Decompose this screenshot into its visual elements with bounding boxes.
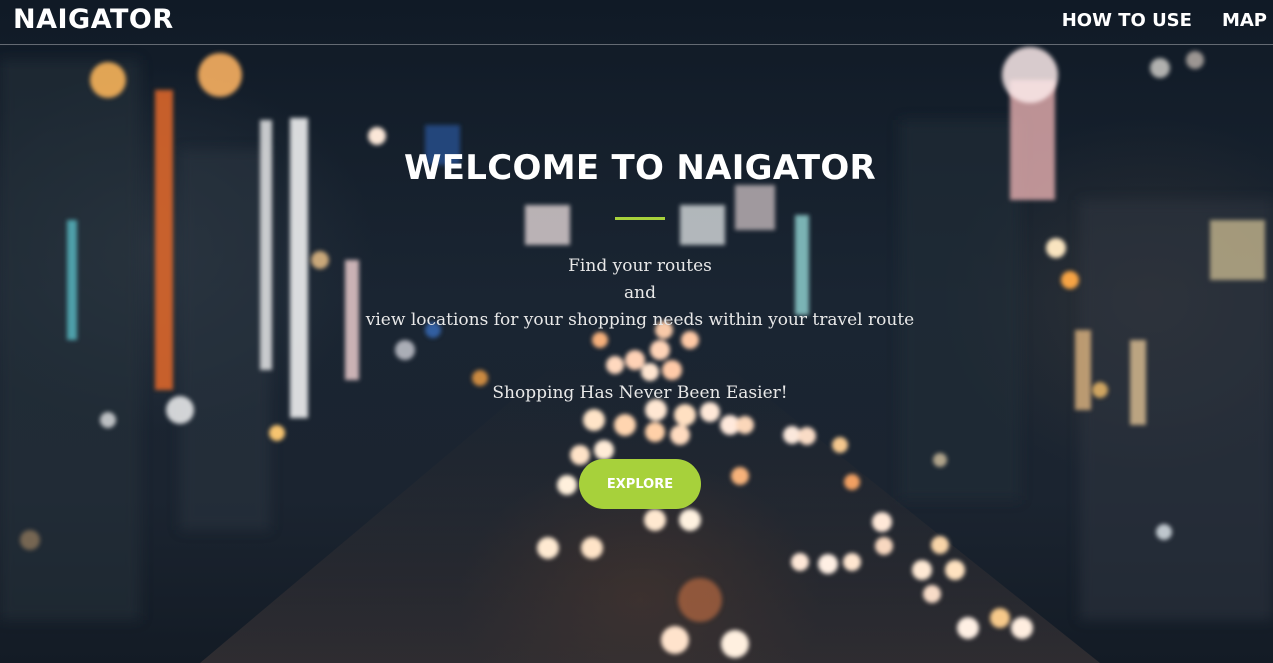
- title-divider: [615, 217, 665, 220]
- nav-link-how-to-use[interactable]: HOW TO USE: [1062, 10, 1192, 31]
- explore-button[interactable]: EXPLORE: [579, 459, 701, 509]
- hero-tagline: Find your routes and view locations for …: [0, 253, 1273, 334]
- top-navbar: NAIGATOR HOW TO USE MAP: [0, 0, 1273, 45]
- nav-link-map[interactable]: MAP: [1222, 10, 1267, 31]
- tagline-line-3: view locations for your shopping needs w…: [365, 310, 915, 330]
- hero-title: WELCOME TO NAIGATOR: [403, 148, 877, 188]
- tagline-line-1: Find your routes: [568, 256, 712, 276]
- hero-slogan: Shopping Has Never Been Easier!: [492, 383, 788, 403]
- tagline-line-2: and: [624, 283, 656, 303]
- nav-links: HOW TO USE MAP: [1062, 10, 1267, 31]
- brand-logo-link[interactable]: NAIGATOR: [13, 4, 174, 35]
